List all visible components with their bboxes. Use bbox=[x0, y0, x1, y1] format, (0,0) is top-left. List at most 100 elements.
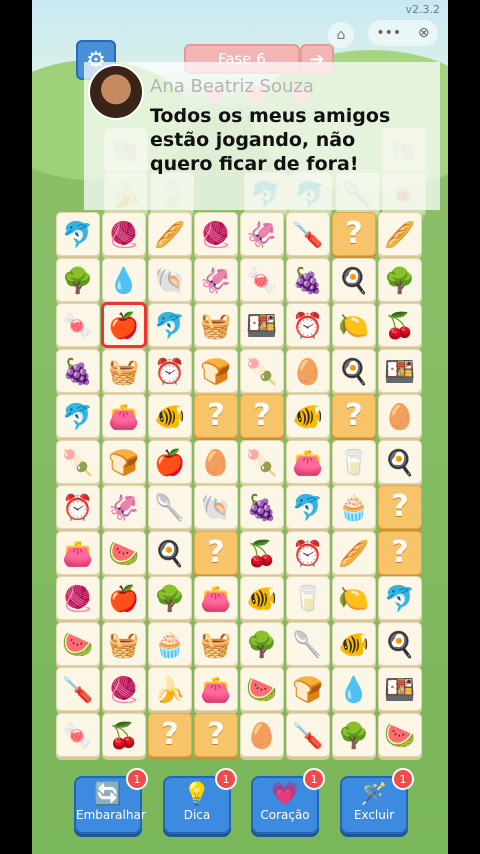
game-tile[interactable]: 👛 bbox=[194, 576, 238, 620]
home-icon[interactable]: ⌂ bbox=[328, 22, 354, 48]
game-tile[interactable]: 🧁 bbox=[332, 485, 376, 529]
game-tile[interactable]: 🐠 bbox=[286, 394, 330, 438]
game-tile[interactable]: 🪛 bbox=[286, 713, 330, 757]
powerup-dica-button[interactable]: 💡 Dica 1 bbox=[163, 768, 237, 834]
game-tile[interactable]: 🐚 bbox=[148, 258, 192, 302]
game-tile[interactable]: 🥚 bbox=[194, 440, 238, 484]
game-tile[interactable]: 🍞 bbox=[102, 440, 146, 484]
game-tile[interactable]: 💧 bbox=[102, 258, 146, 302]
game-tile[interactable]: 🍳 bbox=[148, 531, 192, 575]
game-tile[interactable]: 🍇 bbox=[286, 258, 330, 302]
game-tile[interactable]: 🐬 bbox=[56, 212, 100, 256]
game-tile[interactable]: 🍒 bbox=[240, 531, 284, 575]
game-tile[interactable]: 🍒 bbox=[102, 713, 146, 757]
game-tile[interactable]: 🌳 bbox=[148, 576, 192, 620]
game-tile[interactable]: 🧶 bbox=[194, 212, 238, 256]
game-tile[interactable]: 🍒 bbox=[378, 303, 422, 347]
powerup-embaralhar-button[interactable]: 🔄 Embaralhar 1 bbox=[74, 768, 148, 834]
game-tile[interactable]: 🪛 bbox=[286, 212, 330, 256]
game-tile[interactable]: 👛 bbox=[102, 394, 146, 438]
game-tile[interactable]: 🌳 bbox=[332, 713, 376, 757]
game-tile[interactable]: 🥚 bbox=[378, 394, 422, 438]
hidden-tile[interactable]: ? bbox=[332, 212, 376, 256]
game-tile[interactable]: 🌳 bbox=[240, 622, 284, 666]
game-tile[interactable]: 🐬 bbox=[286, 485, 330, 529]
game-tile[interactable]: 🍇 bbox=[56, 349, 100, 393]
hidden-tile[interactable]: ? bbox=[194, 531, 238, 575]
hidden-tile[interactable]: ? bbox=[194, 713, 238, 757]
game-tile[interactable]: 🧺 bbox=[194, 622, 238, 666]
game-tile[interactable]: 🍱 bbox=[378, 349, 422, 393]
game-tile[interactable]: 🐠 bbox=[148, 394, 192, 438]
game-tile[interactable]: 🦑 bbox=[102, 485, 146, 529]
game-tile[interactable]: 🍬 bbox=[56, 303, 100, 347]
more-icon[interactable]: ••• bbox=[376, 25, 401, 41]
game-tile[interactable]: 👛 bbox=[56, 531, 100, 575]
game-tile[interactable]: 🍇 bbox=[240, 485, 284, 529]
hidden-tile[interactable]: ? bbox=[378, 531, 422, 575]
game-tile[interactable]: 🌳 bbox=[56, 258, 100, 302]
game-tile[interactable]: 🧶 bbox=[56, 576, 100, 620]
game-tile[interactable]: 🧺 bbox=[102, 349, 146, 393]
hidden-tile[interactable]: ? bbox=[240, 394, 284, 438]
game-tile[interactable]: ⏰ bbox=[286, 531, 330, 575]
game-tile[interactable]: 🍡 bbox=[240, 349, 284, 393]
game-tile[interactable]: 🦑 bbox=[240, 212, 284, 256]
mini-program-capsule[interactable]: ••• ⊗ bbox=[368, 20, 438, 46]
game-tile[interactable]: 🦑 bbox=[194, 258, 238, 302]
game-tile[interactable]: 👛 bbox=[194, 667, 238, 711]
game-tile[interactable]: 🍋 bbox=[332, 576, 376, 620]
game-tile[interactable]: 🪛 bbox=[56, 667, 100, 711]
game-tile[interactable]: 🥚 bbox=[286, 349, 330, 393]
game-tile[interactable]: 🥄 bbox=[286, 622, 330, 666]
game-tile[interactable]: 🍎 bbox=[101, 302, 147, 348]
hidden-tile[interactable]: ? bbox=[378, 485, 422, 529]
game-tile[interactable]: 🌳 bbox=[378, 258, 422, 302]
game-tile[interactable]: 🍡 bbox=[240, 440, 284, 484]
game-tile[interactable]: 🍎 bbox=[102, 576, 146, 620]
game-tile[interactable]: 🥖 bbox=[148, 212, 192, 256]
game-tile[interactable]: 🍉 bbox=[56, 622, 100, 666]
game-tile[interactable]: 🧁 bbox=[148, 622, 192, 666]
game-tile[interactable]: 🍳 bbox=[332, 349, 376, 393]
game-tile[interactable]: 🧺 bbox=[194, 303, 238, 347]
game-tile[interactable]: 🍬 bbox=[56, 713, 100, 757]
game-tile[interactable]: ⏰ bbox=[148, 349, 192, 393]
game-tile[interactable]: 🍋 bbox=[332, 303, 376, 347]
game-tile[interactable]: 🐚 bbox=[194, 485, 238, 529]
game-tile[interactable]: ⏰ bbox=[56, 485, 100, 529]
game-tile[interactable]: 🍬 bbox=[240, 258, 284, 302]
game-tile[interactable]: 🍱 bbox=[378, 667, 422, 711]
game-tile[interactable]: 💧 bbox=[332, 667, 376, 711]
game-tile[interactable]: 🐠 bbox=[240, 576, 284, 620]
game-tile[interactable]: 🐠 bbox=[332, 622, 376, 666]
game-tile[interactable]: 🐬 bbox=[378, 576, 422, 620]
game-tile[interactable]: 👛 bbox=[286, 440, 330, 484]
game-tile[interactable]: 🥄 bbox=[148, 485, 192, 529]
game-tile[interactable]: 🍞 bbox=[194, 349, 238, 393]
game-tile[interactable]: 🐬 bbox=[148, 303, 192, 347]
game-tile[interactable]: 🍉 bbox=[240, 667, 284, 711]
game-tile[interactable]: 🍡 bbox=[56, 440, 100, 484]
game-tile[interactable]: ⏰ bbox=[286, 303, 330, 347]
game-tile[interactable]: 🍉 bbox=[102, 531, 146, 575]
powerup-coração-button[interactable]: 💗 Coração 1 bbox=[251, 768, 325, 834]
game-tile[interactable]: 🥖 bbox=[378, 212, 422, 256]
game-tile[interactable]: 🧶 bbox=[102, 667, 146, 711]
game-tile[interactable]: 🍎 bbox=[148, 440, 192, 484]
game-tile[interactable]: 🍳 bbox=[378, 440, 422, 484]
hidden-tile[interactable]: ? bbox=[194, 394, 238, 438]
game-tile[interactable]: 🐬 bbox=[56, 394, 100, 438]
game-tile[interactable]: 🥚 bbox=[240, 713, 284, 757]
game-tile[interactable]: 🥛 bbox=[286, 576, 330, 620]
game-tile[interactable]: 🧶 bbox=[102, 212, 146, 256]
game-tile[interactable]: 🥛 bbox=[332, 440, 376, 484]
game-tile[interactable]: 🥖 bbox=[332, 531, 376, 575]
game-tile[interactable]: 🍳 bbox=[378, 622, 422, 666]
powerup-excluir-button[interactable]: 🪄 Excluir 1 bbox=[340, 768, 414, 834]
hidden-tile[interactable]: ? bbox=[332, 394, 376, 438]
game-tile[interactable]: 🍳 bbox=[332, 258, 376, 302]
game-tile[interactable]: 🍉 bbox=[378, 713, 422, 757]
hidden-tile[interactable]: ? bbox=[148, 713, 192, 757]
game-tile[interactable]: 🍌 bbox=[148, 667, 192, 711]
